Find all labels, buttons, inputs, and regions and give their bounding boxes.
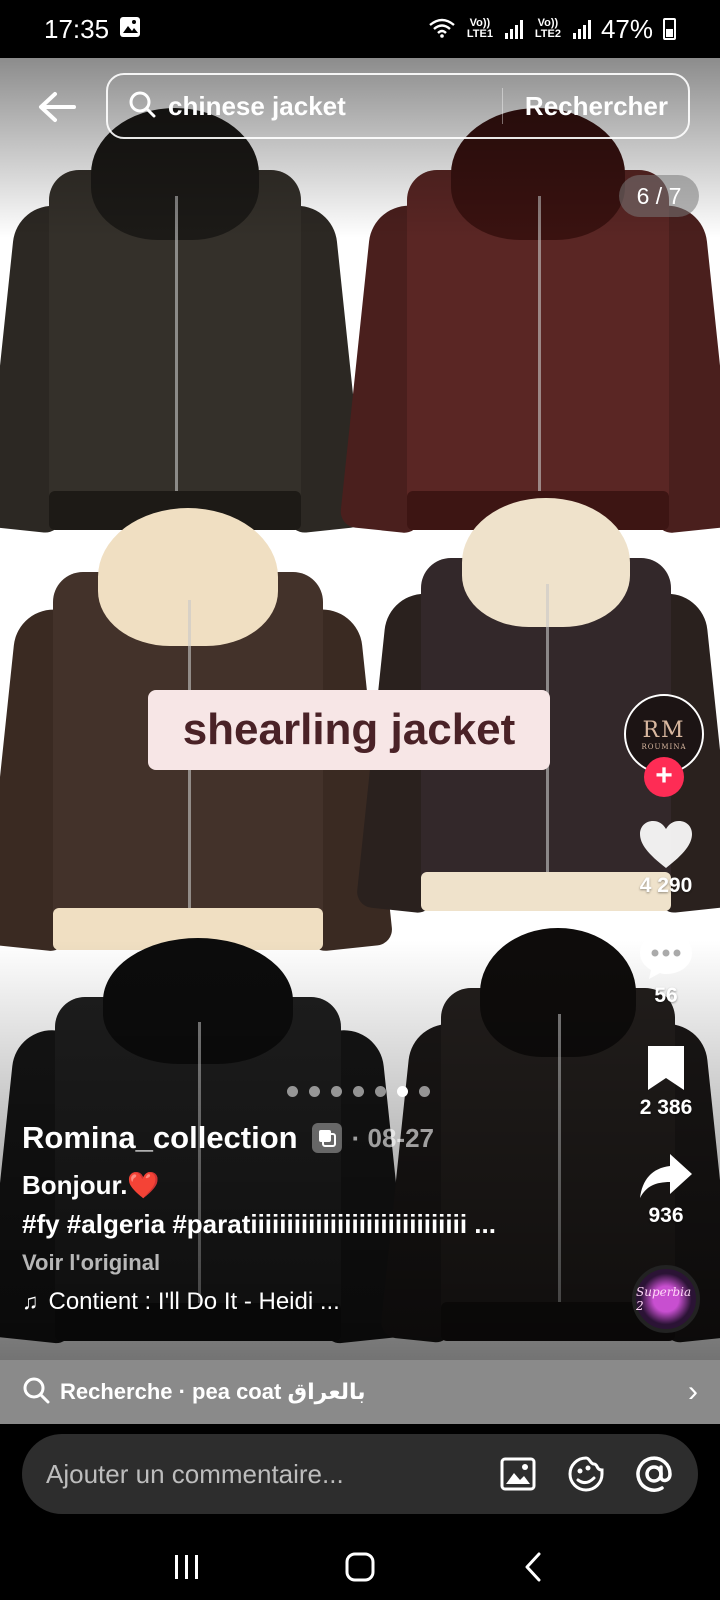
comment-area: Ajouter un commentaire... xyxy=(0,1424,720,1534)
comment-input[interactable]: Ajouter un commentaire... xyxy=(22,1434,698,1514)
image-overlay-caption: shearling jacket xyxy=(148,690,550,770)
post-hashtags[interactable]: #fy #algeria #paratiiiiiiiiiiiiiiiiiiiii… xyxy=(22,1209,612,1240)
status-time: 17:35 xyxy=(44,13,110,44)
wifi-icon xyxy=(429,14,455,45)
like-button[interactable]: 4 290 xyxy=(620,820,712,898)
share-count: 936 xyxy=(648,1204,684,1227)
bookmark-icon xyxy=(648,1046,684,1090)
music-title: Contient : I'll Do It - Heidi ... xyxy=(48,1288,340,1315)
comment-placeholder: Ajouter un commentaire... xyxy=(46,1458,344,1489)
back-button[interactable] xyxy=(30,80,84,134)
follow-button[interactable]: + xyxy=(644,757,684,797)
carousel-dot xyxy=(331,1086,342,1097)
system-nav-bar xyxy=(0,1534,720,1600)
heart-icon xyxy=(640,821,692,868)
post-caption: Romina_collection · 08-27 Bonjour.❤️ #fy… xyxy=(22,1120,612,1316)
carousel-dot xyxy=(353,1086,364,1097)
carousel-dot xyxy=(375,1086,386,1097)
search-icon xyxy=(22,1376,50,1409)
like-count: 4 290 xyxy=(639,874,693,897)
back-arrow-icon xyxy=(39,92,76,122)
search-bar[interactable]: chinese jacket Rechercher xyxy=(106,73,690,139)
carousel-dot xyxy=(287,1086,298,1097)
music-disc-label: Superbia 2 xyxy=(636,1285,692,1313)
post-description: Bonjour.❤️ xyxy=(22,1170,160,1200)
search-button[interactable]: Rechercher xyxy=(525,91,668,122)
image-icon[interactable] xyxy=(498,1454,538,1494)
comment-count: 56 xyxy=(654,984,678,1007)
recent-apps-button[interactable] xyxy=(157,1542,217,1592)
signal-icon-sim2 xyxy=(572,19,591,39)
mention-icon[interactable] xyxy=(634,1454,674,1494)
search-query[interactable]: chinese jacket xyxy=(168,91,502,122)
comment-icon xyxy=(640,932,692,979)
carousel-dot xyxy=(397,1086,408,1097)
share-icon xyxy=(640,1154,692,1198)
avatar-brand: ROUMINA xyxy=(641,742,687,751)
gallery-notification-icon xyxy=(119,14,141,45)
save-button[interactable]: 2 386 xyxy=(620,1044,712,1120)
related-search-bar[interactable]: Recherche · pea coat بالعراق › xyxy=(0,1360,720,1424)
back-nav-button[interactable] xyxy=(503,1542,563,1592)
sim1-label: Vo)) LTE1 xyxy=(466,17,493,40)
music-disc[interactable]: Superbia 2 xyxy=(632,1265,700,1333)
battery-icon xyxy=(663,18,676,40)
battery-percent: 47% xyxy=(600,13,653,44)
chevron-right-icon: › xyxy=(688,1375,698,1408)
emoji-icon[interactable] xyxy=(566,1454,606,1494)
carousel-dots xyxy=(287,1086,430,1097)
post-date: · 08-27 xyxy=(351,1122,434,1153)
comment-button[interactable]: 56 xyxy=(620,930,712,1008)
related-search-text: Recherche · pea coat بالعراق xyxy=(60,1379,366,1404)
music-note-icon: ♫ xyxy=(22,1289,39,1314)
music-info[interactable]: ♫ Contient : I'll Do It - Heidi ... xyxy=(22,1288,612,1316)
home-button[interactable] xyxy=(330,1542,390,1592)
carousel-dot xyxy=(419,1086,430,1097)
sim2-label: Vo)) LTE2 xyxy=(534,17,561,40)
slide-counter: 6 / 7 xyxy=(619,175,699,217)
carousel-dot xyxy=(309,1086,320,1097)
search-icon xyxy=(128,90,156,123)
share-button[interactable]: 936 xyxy=(620,1152,712,1228)
see-original-link[interactable]: Voir l'original xyxy=(22,1250,612,1276)
signal-icon-sim1 xyxy=(504,19,523,39)
save-count: 2 386 xyxy=(639,1096,693,1119)
status-bar: 17:35 Vo)) LTE1 Vo)) LTE2 47% xyxy=(0,0,720,58)
photo-mode-icon xyxy=(311,1123,342,1153)
author-name[interactable]: Romina_collection xyxy=(22,1120,298,1156)
avatar-monogram: RM xyxy=(642,717,686,743)
